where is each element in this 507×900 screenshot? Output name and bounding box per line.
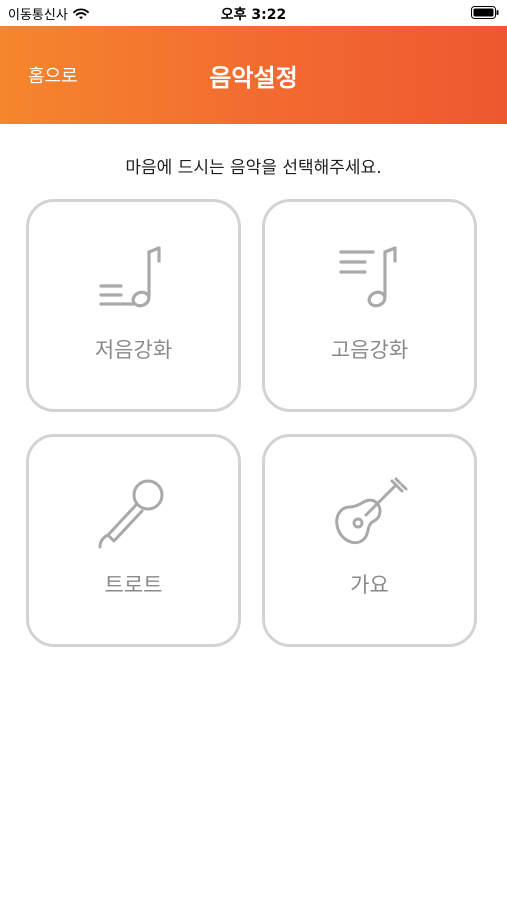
instruction-text: 마음에 드시는 음악을 선택해주세요.: [125, 158, 382, 178]
option-label: 저음강화: [94, 338, 173, 362]
option-trot[interactable]: 트로트: [26, 434, 241, 647]
home-button[interactable]: 홈으로: [28, 62, 78, 88]
option-kpop[interactable]: 가요: [262, 434, 477, 647]
option-label: 트로트: [104, 573, 163, 597]
status-bar: 이동통신사 오후 3:22: [0, 0, 507, 26]
status-time: 오후 3:22: [220, 7, 287, 23]
nav-bar: 홈으로 음악설정: [0, 26, 507, 124]
microphone-icon: [98, 479, 163, 549]
guitar-icon: [334, 477, 407, 545]
option-label: 고음강화: [330, 338, 409, 362]
bass-note-icon: [98, 246, 161, 308]
treble-note-icon: [338, 246, 397, 308]
option-label: 가요: [350, 573, 389, 597]
option-treble-boost[interactable]: 고음강화: [262, 199, 477, 412]
option-bass-boost[interactable]: 저음강화: [26, 199, 241, 412]
battery-icon: [471, 6, 499, 19]
